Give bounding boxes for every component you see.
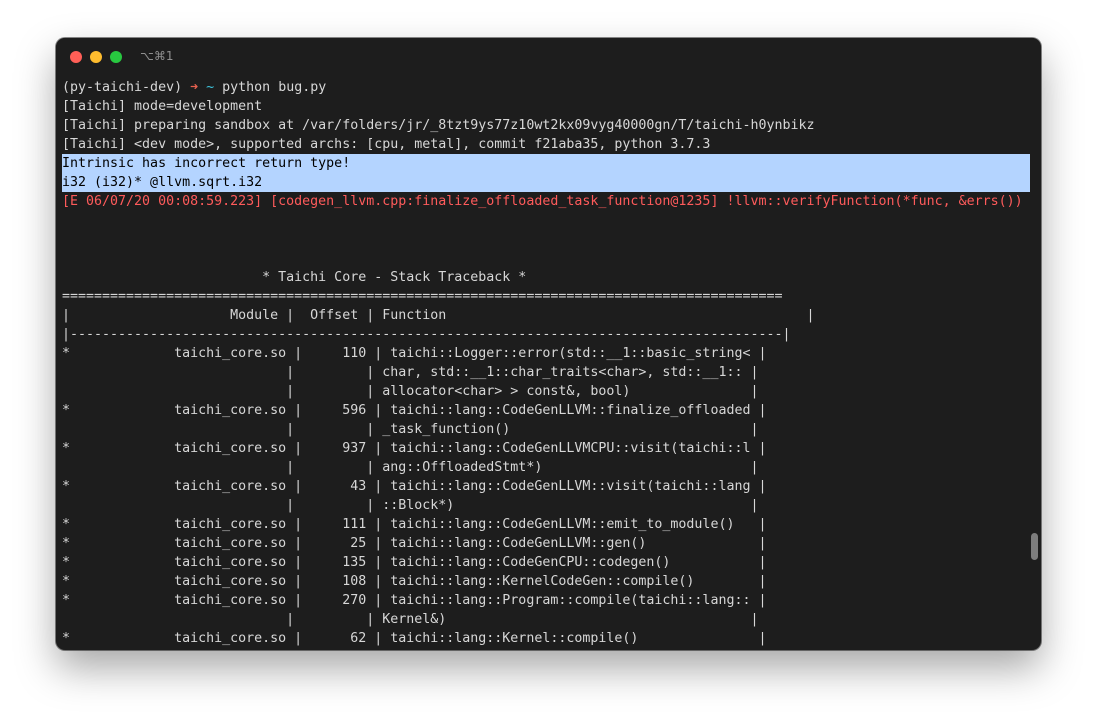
traceback-row: * taichi_core.so | 937 | taichi::lang::C… [62, 441, 767, 456]
scrollbar-thumb[interactable] [1031, 533, 1038, 560]
traceback-row: * taichi_core.so | 25 | taichi::lang::Co… [62, 536, 767, 551]
traceback-row: * taichi_core.so | 135 | taichi::lang::C… [62, 555, 767, 570]
terminal-window: ⌥⌘1 (py-taichi-dev) ➜ ~ python bug.py [T… [56, 38, 1041, 650]
prompt-directory: ~ [206, 80, 215, 95]
terminal-output[interactable]: (py-taichi-dev) ➜ ~ python bug.py [Taich… [62, 78, 1030, 648]
selected-line[interactable]: i32 (i32)* @llvm.sqrt.i32 [62, 173, 1030, 192]
zoom-button[interactable] [110, 51, 122, 63]
minimize-button[interactable] [90, 51, 102, 63]
selected-line[interactable]: Intrinsic has incorrect return type! [62, 154, 1030, 173]
traceback-row: * taichi_core.so | 62 | taichi::lang::Ke… [62, 631, 767, 646]
prompt-command: python bug.py [222, 80, 327, 95]
traceback-row: * taichi_core.so | 270 | taichi::lang::P… [62, 593, 767, 608]
prompt-line: (py-taichi-dev) ➜ ~ python bug.py [62, 78, 1030, 97]
close-button[interactable] [70, 51, 82, 63]
prompt-arrow-icon: ➜ [190, 80, 199, 95]
traceback-row: | | ang::OffloadedStmt*) | [62, 460, 759, 475]
window-shortcut-label: ⌥⌘1 [140, 49, 174, 63]
traceback-row: * taichi_core.so | 111 | taichi::lang::C… [62, 517, 767, 532]
traceback-row: * taichi_core.so | 110 | taichi::Logger:… [62, 346, 767, 361]
log-line: [Taichi] preparing sandbox at /var/folde… [62, 118, 815, 133]
prompt-env: (py-taichi-dev) [62, 80, 191, 95]
traceback-row: * taichi_core.so | 43 | taichi::lang::Co… [62, 479, 767, 494]
traceback-separator: |---------------------------------------… [62, 327, 791, 342]
log-line: [Taichi] mode=development [62, 99, 263, 114]
error-line: [E 06/07/20 00:08:59.223] [codegen_llvm.… [62, 194, 1023, 209]
log-line: [Taichi] <dev mode>, supported archs: [c… [62, 137, 711, 152]
traceback-rule: ========================================… [62, 289, 783, 304]
traceback-row: | | char, std::__1::char_traits<char>, s… [62, 365, 759, 380]
traceback-title: * Taichi Core - Stack Traceback * [62, 270, 527, 285]
traceback-row: | | _task_function() | [62, 422, 759, 437]
traceback-row: * taichi_core.so | 108 | taichi::lang::K… [62, 574, 767, 589]
traceback-header: | Module | Offset | Function | [62, 308, 815, 323]
traceback-row: | | allocator<char> > const&, bool) | [62, 384, 759, 399]
traceback-row: | | Kernel&) | [62, 612, 759, 627]
traceback-row: * taichi_core.so | 596 | taichi::lang::C… [62, 403, 767, 418]
title-bar: ⌥⌘1 [56, 38, 1041, 74]
traceback-row: | | ::Block*) | [62, 498, 759, 513]
